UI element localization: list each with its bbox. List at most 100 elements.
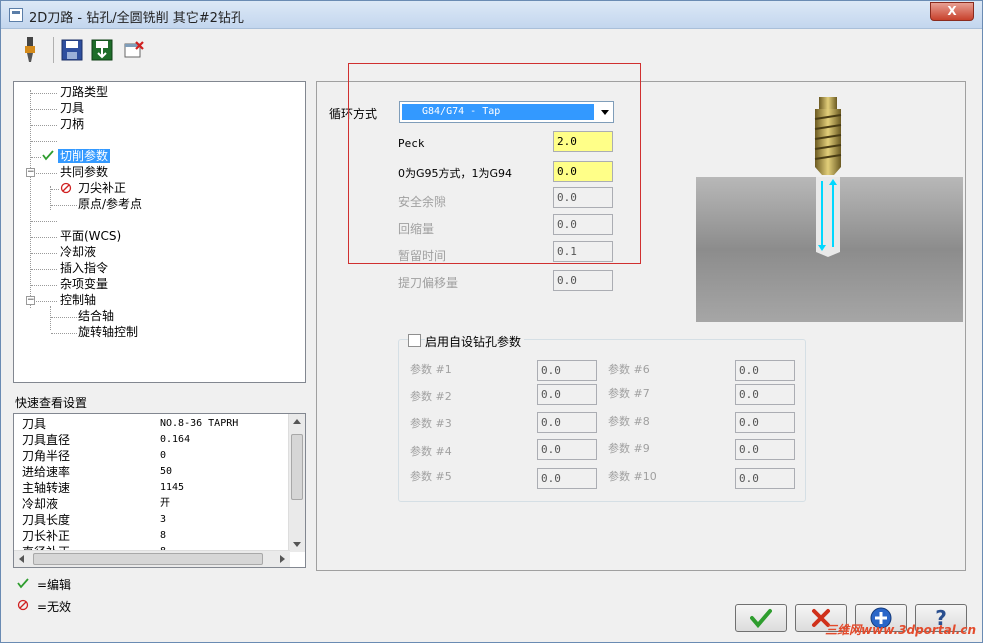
scroll-up-arrow-icon[interactable] [293, 419, 301, 424]
tree-item-insert-code[interactable]: 插入指令 [60, 260, 108, 276]
ok-icon [750, 609, 772, 628]
quick-row: 刀具直径 0.164 [22, 433, 191, 447]
close-button[interactable]: X [930, 2, 974, 21]
param-9-label: 参数 #9 [608, 442, 650, 455]
quick-view-vertical-scrollbar[interactable] [288, 414, 305, 552]
param-4-label: 参数 #4 [410, 445, 452, 458]
scroll-thumb[interactable] [33, 553, 263, 565]
tree-connector [31, 253, 57, 254]
quick-view-title: 快速查看设置 [15, 396, 88, 410]
window-icon [9, 8, 23, 22]
tree-item-rotary-axis[interactable]: 旋转轴控制 [78, 324, 138, 340]
quick-row: 刀具长度 3 [22, 513, 167, 527]
enable-custom-params-checkbox[interactable] [408, 334, 421, 347]
param-10-label: 参数 #10 [608, 470, 657, 483]
shift-label: 提刀偏移量 [398, 276, 459, 290]
tree-guide-line [50, 306, 51, 330]
param-5-label: 参数 #5 [410, 470, 452, 483]
tree-connector [31, 141, 57, 142]
tree-connector [51, 189, 59, 190]
param-7-label: 参数 #7 [608, 387, 650, 400]
edited-check-icon [17, 578, 29, 589]
legend-invalid: =无效 [37, 600, 72, 614]
legend-edited: =编辑 [37, 578, 72, 592]
save-load-button[interactable] [89, 37, 115, 63]
tree-item-plane[interactable]: 平面(WCS) [60, 228, 121, 244]
scroll-down-arrow-icon[interactable] [293, 542, 301, 547]
tree-connector [31, 109, 57, 110]
param-8-label: 参数 #8 [608, 415, 650, 428]
tree-connector [51, 317, 77, 318]
tree-connector [51, 205, 77, 206]
quick-row: 刀具 NO.8-36 TAPRH [22, 417, 239, 431]
save-icon [61, 39, 83, 61]
tree-connector [31, 221, 57, 222]
delete-button[interactable] [121, 37, 147, 63]
tree-item-holder[interactable]: 刀柄 [60, 116, 84, 132]
param-2-input[interactable]: 0.0 [537, 384, 597, 405]
tree-item-coolant[interactable]: 冷却液 [60, 244, 96, 260]
scroll-left-arrow-icon[interactable] [19, 555, 24, 563]
enable-custom-params-label: 启用自设钻孔参数 [425, 333, 525, 350]
save-button[interactable] [59, 37, 85, 63]
param-1-label: 参数 #1 [410, 363, 452, 376]
tree-item-tip-comp[interactable]: 刀尖补正 [78, 180, 126, 196]
tree-connector [36, 301, 57, 302]
param-1-input[interactable]: 0.0 [537, 360, 597, 381]
shift-input[interactable]: 0.0 [553, 270, 613, 291]
tree-connector [31, 285, 57, 286]
tool-button[interactable] [17, 37, 43, 63]
tap-cycle-illustration [696, 97, 963, 322]
tree-guide-line [30, 90, 31, 308]
ok-button[interactable] [735, 604, 787, 632]
scroll-right-arrow-icon[interactable] [280, 555, 285, 563]
tree-collapse-toggle[interactable]: − [26, 168, 35, 177]
parameter-tree: 刀路类型 刀具 刀柄 切削参数 − 共同参数 刀尖补正 原点/参考点 平面(WC… [13, 81, 306, 383]
tree-item-origin[interactable]: 原点/参考点 [78, 196, 142, 212]
invalid-icon [17, 599, 29, 611]
quick-row: 刀角半径 0 [22, 449, 167, 463]
quick-row: 刀长补正 8 [22, 529, 167, 543]
title-bar[interactable]: 2D刀路 - 钻孔/全圆铣削 其它#2钻孔 X [1, 1, 982, 29]
tree-item-toolpath-type[interactable]: 刀路类型 [60, 84, 108, 100]
tree-connector [31, 125, 57, 126]
tree-item-tool[interactable]: 刀具 [60, 100, 84, 116]
tree-item-cut-params-label: 切削参数 [58, 149, 111, 163]
quick-view-horizontal-scrollbar[interactable] [14, 550, 290, 567]
invalid-icon [60, 182, 72, 194]
tree-item-axis-combination[interactable]: 结合轴 [78, 308, 114, 324]
tree-item-cut-params[interactable]: 切削参数 [58, 148, 111, 164]
tree-item-axis-control[interactable]: 控制轴 [60, 292, 96, 308]
param-6-label: 参数 #6 [608, 363, 650, 376]
save-load-icon [91, 39, 113, 61]
param-6-input[interactable]: 0.0 [735, 360, 795, 381]
tool-icon [25, 37, 35, 62]
param-7-input[interactable]: 0.0 [735, 384, 795, 405]
param-2-label: 参数 #2 [410, 390, 452, 403]
tree-connector [31, 269, 57, 270]
edited-check-icon [42, 150, 54, 161]
quick-view-panel: 刀具 NO.8-36 TAPRH 刀具直径 0.164 刀角半径 0 进给速率 50 主… [13, 413, 306, 568]
param-5-input[interactable]: 0.0 [537, 468, 597, 489]
param-10-input[interactable]: 0.0 [735, 468, 795, 489]
tree-connector [31, 93, 57, 94]
tree-item-misc-values[interactable]: 杂项变量 [60, 276, 108, 292]
param-4-input[interactable]: 0.0 [537, 439, 597, 460]
tree-connector [31, 157, 41, 158]
param-8-input[interactable]: 0.0 [735, 412, 795, 433]
window-title: 2D刀路 - 钻孔/全圆铣削 其它#2钻孔 [29, 11, 244, 26]
tree-collapse-toggle[interactable]: − [26, 296, 35, 305]
quick-row: 冷却液开 [22, 497, 170, 511]
tree-connector [31, 237, 57, 238]
delete-icon [124, 41, 144, 58]
param-3-label: 参数 #3 [410, 417, 452, 430]
tree-connector [36, 173, 57, 174]
quick-row: 进给速率 50 [22, 465, 173, 479]
tree-item-common-params[interactable]: 共同参数 [60, 164, 108, 180]
scroll-thumb[interactable] [291, 434, 303, 500]
param-9-input[interactable]: 0.0 [735, 439, 795, 460]
param-3-input[interactable]: 0.0 [537, 412, 597, 433]
annotation-highlight-box [348, 63, 641, 264]
toolbar-separator [53, 37, 54, 63]
tree-connector [51, 333, 77, 334]
